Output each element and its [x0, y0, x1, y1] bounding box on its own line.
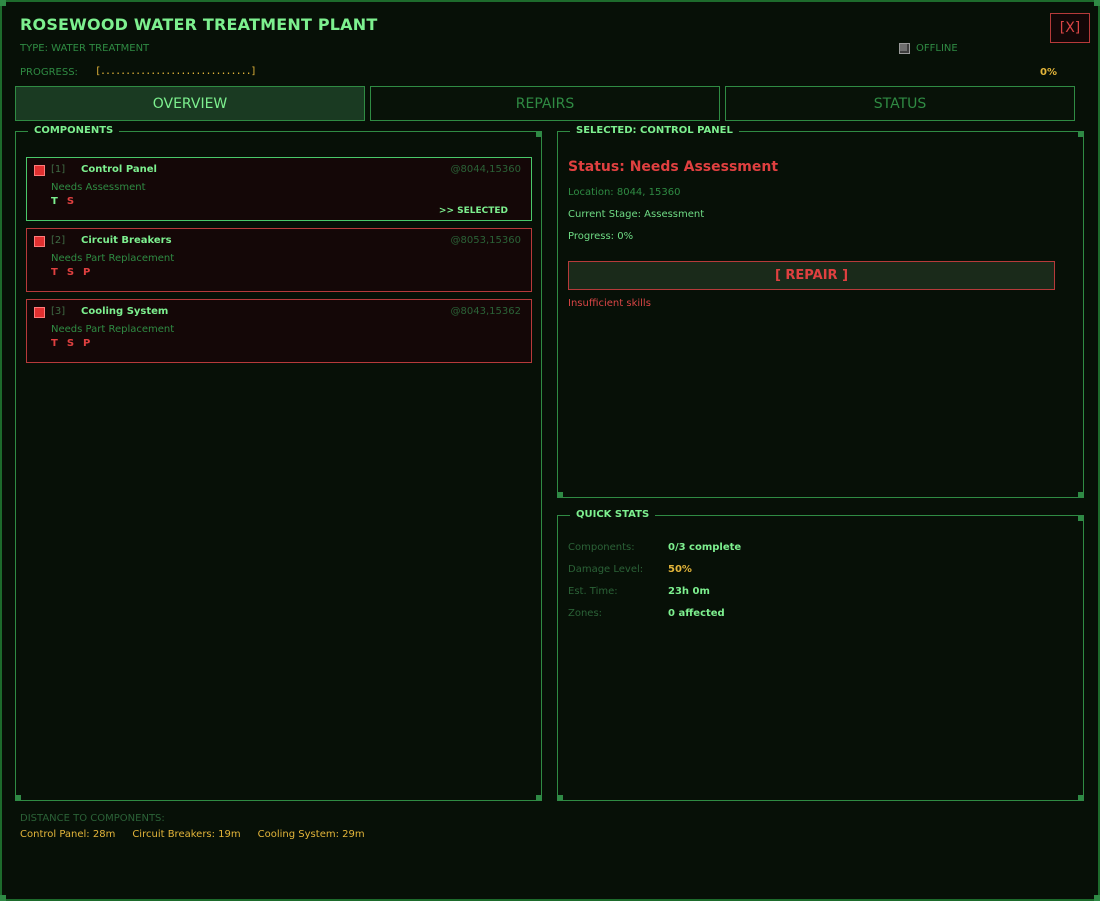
components-panel-title: COMPONENTS	[28, 125, 120, 136]
panel-corner	[1078, 492, 1084, 498]
components-panel: COMPONENTS [1] Control Panel @8044,15360…	[15, 125, 542, 801]
detail-panel: SELECTED: CONTROL PANEL Status: Needs As…	[557, 125, 1084, 498]
skill-tech: T	[51, 267, 58, 278]
distance-cooling-system: Cooling System: 29m	[257, 829, 365, 840]
component-item-cooling-system[interactable]: [3] Cooling System @8043,15362 Needs Par…	[26, 299, 532, 363]
skill-tech: T	[51, 338, 58, 349]
panel-corner	[557, 795, 563, 801]
distance-control-panel: Control Panel: 28m	[20, 829, 116, 840]
stat-value-components: 0/3 complete	[668, 542, 742, 553]
repair-button[interactable]: [ REPAIR ]	[568, 261, 1055, 290]
skill-tech: T	[51, 196, 58, 207]
close-button[interactable]: [X]	[1050, 13, 1090, 43]
frame-corner	[0, 895, 6, 901]
panel-corner	[1078, 795, 1084, 801]
stat-value-damage: 50%	[668, 564, 692, 575]
status-light-icon	[899, 42, 910, 54]
component-coordinates: @8044,15360	[450, 164, 521, 175]
skill-structural: S	[66, 196, 75, 207]
alert-flag-icon	[34, 165, 45, 176]
skill-warning: Insufficient skills	[568, 298, 651, 309]
stat-label-time: Est. Time:	[568, 586, 618, 597]
component-need: Needs Part Replacement	[51, 324, 175, 335]
skill-requirements: T S P	[51, 267, 90, 278]
frame-corner	[1094, 895, 1100, 901]
skill-parts: P	[83, 338, 91, 349]
component-coordinates: @8053,15360	[450, 235, 521, 246]
component-index: [3]	[51, 306, 66, 317]
detail-progress: Progress: 0%	[568, 231, 634, 242]
frame-corner	[0, 0, 6, 6]
frame-corner	[1094, 0, 1100, 6]
panel-corner	[536, 131, 542, 137]
component-need: Needs Assessment	[51, 182, 146, 193]
skill-parts: P	[83, 267, 91, 278]
panel-corner	[557, 492, 563, 498]
alert-flag-icon	[34, 307, 45, 318]
skill-structural: S	[66, 338, 75, 349]
stat-label-components: Components:	[568, 542, 635, 553]
component-name: Cooling System	[81, 306, 169, 317]
skill-requirements: T S	[51, 196, 74, 207]
component-item-circuit-breakers[interactable]: [2] Circuit Breakers @8053,15360 Needs P…	[26, 228, 532, 292]
quick-stats-title: QUICK STATS	[570, 509, 656, 520]
selected-indicator: >> SELECTED	[438, 206, 508, 216]
component-need: Needs Part Replacement	[51, 253, 175, 264]
skill-structural: S	[66, 267, 75, 278]
detail-panel-title: SELECTED: CONTROL PANEL	[570, 125, 739, 136]
status-text: OFFLINE	[916, 42, 958, 54]
alert-flag-icon	[34, 236, 45, 247]
tab-status[interactable]: STATUS	[725, 86, 1075, 121]
window-title: ROSEWOOD WATER TREATMENT PLANT	[20, 15, 378, 34]
stat-label-zones: Zones:	[568, 608, 603, 619]
detail-location: Location: 8044, 15360	[568, 187, 681, 198]
distance-list: Control Panel: 28m Circuit Breakers: 19m…	[20, 829, 365, 840]
panel-corner	[15, 795, 21, 801]
stat-value-time: 23h 0m	[668, 586, 710, 597]
progress-bar: [..............................]	[95, 66, 257, 77]
component-name: Circuit Breakers	[81, 235, 172, 246]
panel-corner	[536, 795, 542, 801]
component-name: Control Panel	[81, 164, 157, 175]
stat-label-damage: Damage Level:	[568, 564, 644, 575]
detail-status: Status: Needs Assessment	[568, 159, 779, 175]
status-indicator: OFFLINE	[899, 41, 958, 55]
skill-requirements: T S P	[51, 338, 90, 349]
distance-circuit-breakers: Circuit Breakers: 19m	[132, 829, 241, 840]
stat-value-zones: 0 affected	[668, 608, 725, 619]
component-coordinates: @8043,15362	[450, 306, 521, 317]
tab-overview[interactable]: OVERVIEW	[15, 86, 365, 121]
component-index: [2]	[51, 235, 66, 246]
tab-repairs[interactable]: REPAIRS	[370, 86, 720, 121]
panel-corner	[1078, 515, 1084, 521]
component-index: [1]	[51, 164, 66, 175]
panel-corner	[1078, 131, 1084, 137]
detail-stage: Current Stage: Assessment	[568, 209, 705, 220]
distance-title: DISTANCE TO COMPONENTS:	[20, 813, 165, 824]
component-item-control-panel[interactable]: [1] Control Panel @8044,15360 Needs Asse…	[26, 157, 532, 221]
facility-type: TYPE: WATER TREATMENT	[20, 43, 150, 54]
progress-label: PROGRESS:	[20, 67, 78, 78]
quick-stats-panel: QUICK STATS Components: 0/3 complete Dam…	[557, 509, 1084, 801]
progress-percent: 0%	[1040, 67, 1057, 78]
